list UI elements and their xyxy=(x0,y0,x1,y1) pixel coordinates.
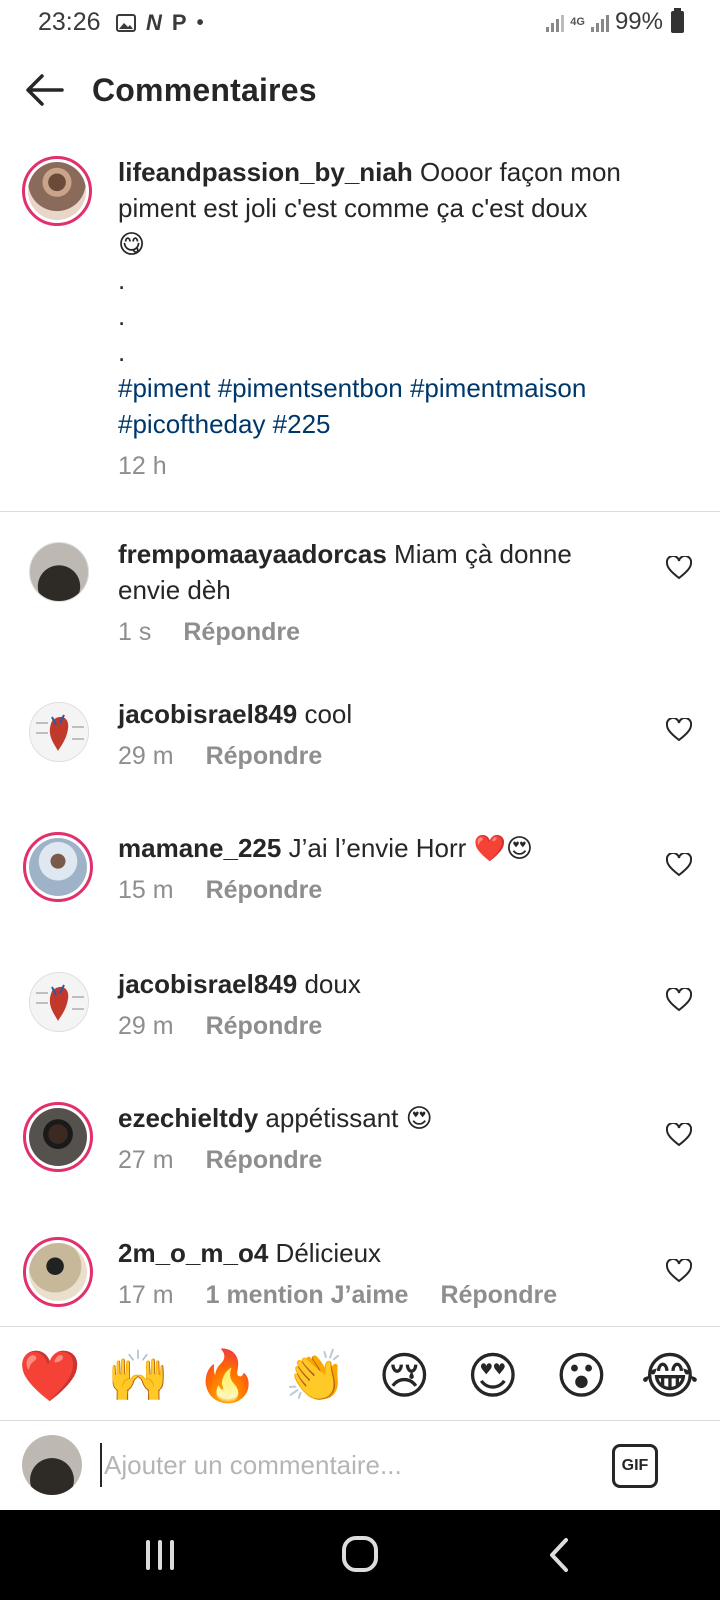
divider xyxy=(0,1326,720,1327)
status-right: 4G 99% xyxy=(546,8,684,36)
heart-icon[interactable] xyxy=(666,1123,692,1147)
reaction-heart[interactable]: ❤️ xyxy=(18,1344,82,1408)
comment-meta: 27 m Répondre xyxy=(118,1146,322,1175)
battery-percent: 99% xyxy=(614,8,663,35)
page-title: Commentaires xyxy=(92,72,317,108)
avatar[interactable] xyxy=(29,702,89,762)
back-icon[interactable] xyxy=(530,1530,590,1580)
comment-time: 1 s xyxy=(118,618,152,646)
comment-body: J’ai l’envie Horr ❤️😍 xyxy=(288,833,534,863)
comment-meta: 1 s Répondre xyxy=(118,618,300,647)
reaction-heart-eyes[interactable]: 😍 xyxy=(461,1344,525,1408)
comment-time: 29 m xyxy=(118,742,174,770)
heart-icon[interactable] xyxy=(666,1259,692,1283)
avatar[interactable] xyxy=(29,542,89,602)
comment-username[interactable]: 2m_o_m_o4 xyxy=(118,1238,268,1268)
comment-body: doux xyxy=(304,969,361,999)
comment-body: Délicieux xyxy=(275,1238,382,1268)
comment-meta: 17 m 1 mention J’aime Répondre xyxy=(118,1281,557,1310)
dot-icon: • xyxy=(196,11,204,34)
reaction-sad[interactable]: 😢 xyxy=(372,1344,436,1408)
comment-time: 29 m xyxy=(118,1012,174,1040)
heart-icon[interactable] xyxy=(666,988,692,1012)
signal-icon-2 xyxy=(590,12,609,32)
reaction-clap[interactable]: 👏 xyxy=(284,1344,348,1408)
p-icon: P xyxy=(171,10,187,35)
arrow-left-icon[interactable] xyxy=(22,68,68,112)
reply-button[interactable]: Répondre xyxy=(206,1146,323,1175)
quick-reactions: ❤️ 🙌 🔥 👏 😢 😍 😮 😂 xyxy=(18,1336,702,1416)
comment-body: appétissant 😍 xyxy=(265,1103,433,1133)
comment-text: 2m_o_m_o4 Délicieux xyxy=(118,1235,618,1271)
reaction-laugh[interactable]: 😂 xyxy=(638,1344,702,1408)
comment-time: 15 m xyxy=(118,876,174,904)
caption: lifeandpassion_by_niah Oooor façon mon p… xyxy=(118,154,678,484)
likes-count[interactable]: 1 mention J’aime xyxy=(206,1281,409,1310)
comment-meta: 29 m Répondre xyxy=(118,742,322,771)
battery-icon xyxy=(671,8,684,33)
recent-apps-icon[interactable] xyxy=(130,1530,190,1580)
reply-button[interactable]: Répondre xyxy=(206,742,323,771)
caption-dot: . xyxy=(118,301,126,331)
system-nav-bar xyxy=(0,1510,720,1600)
caption-emoji: 😋 xyxy=(118,229,146,259)
reaction-fire[interactable]: 🔥 xyxy=(195,1344,259,1408)
avatar[interactable] xyxy=(23,1237,93,1307)
comment-composer: GIF xyxy=(0,1421,720,1509)
divider xyxy=(0,511,720,512)
avatar[interactable] xyxy=(22,156,92,226)
caption-hashtags[interactable]: #picoftheday #225 xyxy=(118,406,678,442)
comment-username[interactable]: jacobisrael849 xyxy=(118,969,297,999)
avatar-image xyxy=(30,703,88,761)
status-time: 23:26 xyxy=(38,8,101,36)
reaction-surprised[interactable]: 😮 xyxy=(549,1344,613,1408)
comment-time: 17 m xyxy=(118,1281,174,1309)
reaction-raised-hands[interactable]: 🙌 xyxy=(107,1344,171,1408)
comment-text: frempomaayaadorcas Miam çà donne envie d… xyxy=(118,536,618,608)
comment-username[interactable]: mamane_225 xyxy=(118,833,281,863)
reply-button[interactable]: Répondre xyxy=(183,618,300,647)
comment-text: ezechieltdy appétissant 😍 xyxy=(118,1100,618,1136)
comment-meta: 15 m Répondre xyxy=(118,876,322,905)
status-bar: 23:26 N P • 4G 99% xyxy=(0,0,720,48)
reply-button[interactable]: Répondre xyxy=(206,876,323,905)
avatar xyxy=(22,1435,82,1495)
avatar[interactable] xyxy=(23,832,93,902)
comment-username[interactable]: jacobisrael849 xyxy=(118,699,297,729)
comment-body: cool xyxy=(304,699,353,729)
signal-icon xyxy=(546,12,565,32)
caption-hashtags[interactable]: #piment #pimentsentbon #pimentmaison xyxy=(118,370,678,406)
heart-icon[interactable] xyxy=(666,718,692,742)
heart-icon[interactable] xyxy=(666,556,692,580)
comment-username[interactable]: frempomaayaadorcas xyxy=(118,539,387,569)
comment-text: jacobisrael849 cool xyxy=(118,696,618,732)
comment-username[interactable]: ezechieltdy xyxy=(118,1103,258,1133)
caption-dot: . xyxy=(118,337,126,367)
n-icon: N xyxy=(146,10,162,35)
heart-icon[interactable] xyxy=(666,853,692,877)
comment-text: mamane_225 J’ai l’envie Horr ❤️😍 xyxy=(118,830,618,866)
reply-button[interactable]: Répondre xyxy=(440,1281,557,1310)
reply-button[interactable]: Répondre xyxy=(206,1012,323,1041)
comment-text: jacobisrael849 doux xyxy=(118,966,618,1002)
image-icon xyxy=(116,14,136,32)
network-4g-icon: 4G xyxy=(570,16,585,28)
notification-icons: N P • xyxy=(116,10,204,36)
comment-time: 27 m xyxy=(118,1146,174,1174)
caption-dot: . xyxy=(118,265,126,295)
caption-time: 12 h xyxy=(118,452,167,480)
gif-button[interactable]: GIF xyxy=(612,1444,658,1488)
home-icon[interactable] xyxy=(330,1530,390,1580)
avatar-image xyxy=(30,973,88,1031)
avatar[interactable] xyxy=(29,972,89,1032)
comment-meta: 29 m Répondre xyxy=(118,1012,322,1041)
caption-username[interactable]: lifeandpassion_by_niah xyxy=(118,157,413,187)
comment-input[interactable] xyxy=(100,1443,580,1487)
header: Commentaires xyxy=(0,58,720,122)
avatar[interactable] xyxy=(23,1102,93,1172)
